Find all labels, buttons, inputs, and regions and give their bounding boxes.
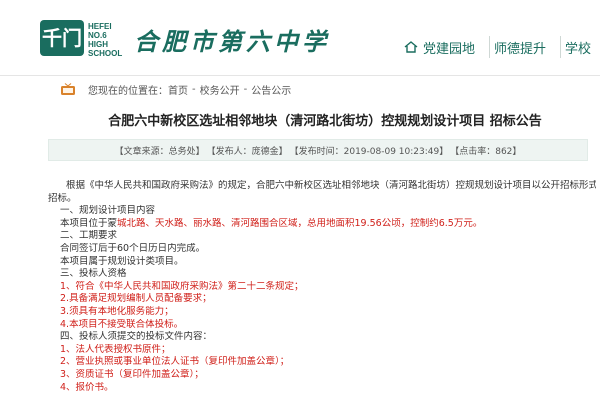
article-line: 3、资质证书（复印件加盖公章）； [60, 368, 204, 380]
nav-item-ethics[interactable]: 师德提升 [490, 36, 562, 58]
meta-hits: 【点击率：862】 [450, 146, 522, 157]
article-line: 本项目属于规划设计类项目。 [60, 255, 184, 267]
article-line: 根据《中华人民共和国政府采购法》的规定，合肥六中新校区选址相邻地块（清河路北街坊… [66, 180, 596, 191]
article-line: 招标。 [48, 192, 77, 204]
article-line: 2.具备满足规划编制人员配备要求； [60, 293, 212, 305]
school-name[interactable]: 合肥市第六中学 [134, 22, 330, 57]
meta-author: 【发布人：庞德金】 [206, 146, 288, 157]
nav-item-label: 学校 [565, 41, 592, 57]
nav-item-party[interactable]: 党建园地 [400, 36, 491, 58]
article-line: 1、法人代表授权书原件； [60, 343, 171, 355]
meta-time: 【发布时间：2019-08-09 10:23:49】 [289, 146, 449, 157]
article-line: 2、营业执照或事业单位法人证书（复印件加盖公章）； [60, 356, 290, 368]
article-line: 1、符合《中华人民共和国政府采购法》第二十二条规定； [60, 280, 304, 292]
home-icon [404, 41, 418, 53]
article-line: 三、投标人资格 [60, 268, 127, 280]
article-meta: 【文章来源：总务处】 【发布人：庞德金】 【发布时间：2019-08-09 10… [48, 139, 588, 161]
logo-en-line: HEFEI NO.6 [88, 22, 112, 40]
article-body: 根据《中华人民共和国政府采购法》的规定，合肥六中新校区选址相邻地块（清河路北街坊… [48, 180, 596, 394]
line-text: 本项目位于蒙 [60, 217, 118, 229]
nav-item-label: 党建园地 [423, 41, 476, 57]
nav-item-school[interactable]: 学校 [561, 36, 600, 58]
logo-en-line: SCHOOL [88, 49, 123, 58]
breadcrumb-label: 您现在的位置在： [88, 85, 168, 97]
article-line: 合同签订后于60个日历日内完成。 [60, 242, 206, 254]
article-line: 四、投标人须提交的投标文件内容： [60, 331, 213, 343]
breadcrumb-affairs[interactable]: 校务公开 [200, 82, 240, 97]
line-text-highlight: 城北路、天水路、丽水路、清河路围合区域，总用地面积19.56公顷，控制约6.5万… [117, 217, 483, 229]
breadcrumb: 您现在的位置在： 首页 - 校务公开 - 公告公示 [60, 76, 600, 102]
site-header: 千门 HEFEI NO.6 HIGH SCHOOL 合肥市第六中学 党建园地 师… [0, 0, 600, 76]
article-line: 二、工期要求 [60, 230, 118, 242]
article-line: 一、规划设计项目内容 [60, 205, 156, 217]
school-logo-icon[interactable]: 千门 [40, 20, 84, 56]
tv-icon [61, 82, 75, 95]
logo-en-line: HIGH [88, 40, 108, 49]
breadcrumb-home[interactable]: 首页 [168, 82, 188, 97]
breadcrumb-notices[interactable]: 公告公示 [251, 82, 291, 97]
school-logo-english: HEFEI NO.6 HIGH SCHOOL [88, 22, 132, 58]
breadcrumb-separator: - [192, 83, 196, 95]
meta-source: 【文章来源：总务处】 [114, 146, 205, 157]
article-line: 3.须具有本地化服务能力； [60, 305, 174, 317]
nav-item-label: 师德提升 [494, 41, 547, 57]
article-line: 本项目位于蒙城北路、天水路、丽水路、清河路围合区域，总用地面积19.56公顷，控… [48, 218, 596, 231]
main-nav: 党建园地 师德提升 学校 [400, 36, 600, 58]
article-title: 合肥六中新校区选址相邻地块（清河路北街坊）控规规划设计项目 招标公告 [108, 114, 542, 129]
breadcrumb-separator: - [243, 83, 248, 95]
article-line: 4.本项目不接受联合体投标。 [60, 318, 184, 330]
article-line: 4、报价书。 [60, 381, 114, 393]
